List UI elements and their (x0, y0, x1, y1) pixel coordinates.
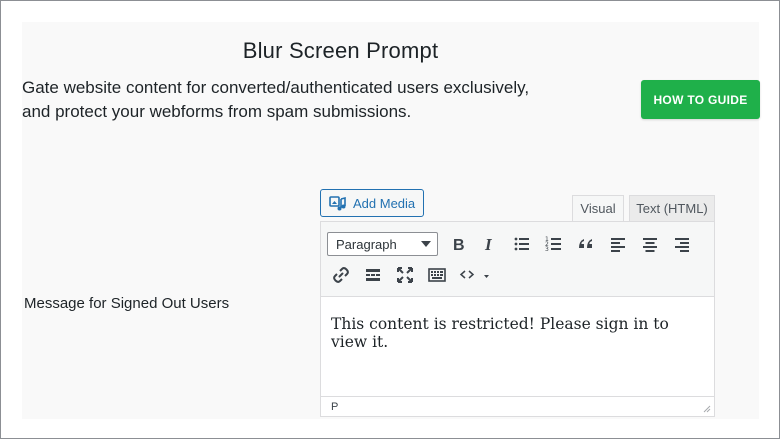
align-left-icon[interactable] (606, 232, 630, 256)
chevron-down-icon (421, 241, 431, 247)
align-right-icon[interactable] (670, 232, 694, 256)
read-more-icon[interactable] (361, 263, 385, 287)
svg-text:3: 3 (545, 246, 549, 253)
signed-out-message-label: Message for Signed Out Users (24, 295, 230, 312)
align-center-icon[interactable] (638, 232, 662, 256)
italic-icon[interactable]: I (477, 232, 501, 256)
window-frame: Blur Screen Prompt Gate website content … (0, 0, 780, 439)
numbered-list-icon[interactable]: 1 2 3 (542, 232, 566, 256)
add-media-icon (329, 194, 347, 212)
editor-statusbar: P (321, 396, 714, 416)
how-to-guide-button[interactable]: HOW TO GUIDE (641, 80, 760, 119)
svg-text:I: I (484, 235, 493, 253)
keyboard-icon[interactable] (425, 263, 449, 287)
format-select-value: Paragraph (336, 236, 397, 252)
blockquote-icon[interactable] (574, 232, 598, 256)
tab-visual[interactable]: Visual (572, 195, 624, 221)
link-icon[interactable] (329, 263, 353, 287)
page-title: Blur Screen Prompt (242, 38, 439, 63)
code-icon[interactable] (457, 263, 497, 287)
page-description: Gate website content for converted/authe… (22, 76, 612, 124)
paragraph-format-select[interactable]: Paragraph (327, 232, 438, 256)
bulleted-list-icon[interactable] (510, 232, 534, 256)
fullscreen-icon[interactable] (393, 263, 417, 287)
settings-panel: Blur Screen Prompt Gate website content … (22, 22, 760, 419)
rich-text-editor: Paragraph B I 1 2 3 This content is rest… (320, 221, 715, 417)
svg-text:B: B (453, 237, 465, 253)
editor-content[interactable]: This content is restricted! Please sign … (321, 296, 714, 396)
description-line-1: Gate website content for converted/authe… (22, 78, 530, 97)
description-line-2: and protect your webforms from spam subm… (22, 102, 412, 121)
resize-handle-icon[interactable] (702, 404, 711, 413)
bold-icon[interactable]: B (446, 232, 470, 256)
add-media-label: Add Media (353, 195, 416, 211)
add-media-button[interactable]: Add Media (320, 189, 424, 217)
element-path[interactable]: P (331, 401, 338, 413)
tab-text-html[interactable]: Text (HTML) (629, 195, 715, 221)
editor-toolbar: Paragraph B I 1 2 3 (321, 222, 714, 297)
